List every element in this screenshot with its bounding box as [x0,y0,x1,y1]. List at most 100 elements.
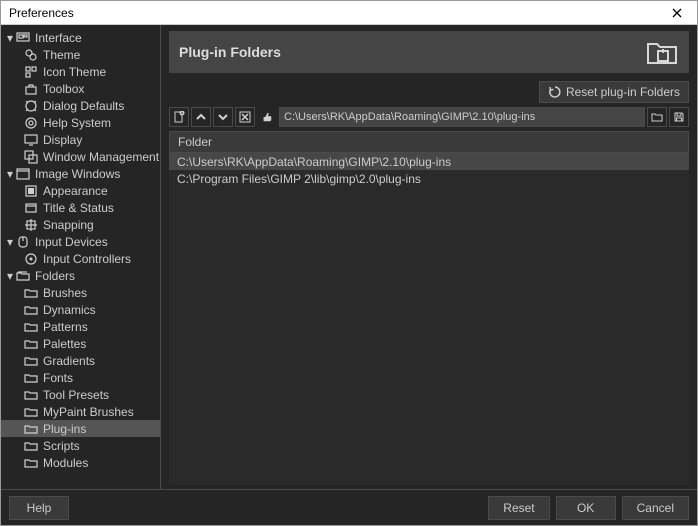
move-down-button[interactable] [213,107,233,127]
preferences-tree[interactable]: ▾ Interface ThemeIcon Theme ToolboxDialog D… [1,25,161,489]
expand-toggle-icon[interactable]: ▾ [5,32,15,44]
folder-list-body[interactable]: C:\Users\RK\AppData\Roaming\GIMP\2.10\pl… [169,153,689,485]
folder-icon [23,438,39,454]
new-folder-button[interactable]: ✦ [169,107,189,127]
tree-item-patterns[interactable]: Patterns [1,318,160,335]
theme-icon [23,47,39,63]
tree-item-help-system[interactable]: Help System [1,114,160,131]
tree-item-modules[interactable]: Modules [1,454,160,471]
tree-item-appearance[interactable]: Appearance [1,182,160,199]
panel-header: Plug-in Folders [169,31,689,73]
window-title: Preferences [9,6,665,20]
preferences-window: Preferences ▾ Interface ThemeIcon Theme Too… [0,0,698,526]
tree-item-label: Dynamics [43,303,96,317]
floppy-icon [673,111,685,123]
open-folder-icon [651,111,663,123]
expand-toggle-icon[interactable]: ▾ [5,270,15,282]
new-document-icon: ✦ [173,111,185,123]
tree-item-icon-theme[interactable]: Icon Theme [1,63,160,80]
expand-toggle-icon[interactable]: ▾ [5,236,15,248]
browse-button[interactable] [647,107,667,127]
tree-item-image-windows[interactable]: ▾ Image Windows [1,165,160,182]
tree-item-label: Patterns [43,320,88,334]
appearance-icon [23,183,39,199]
tree-item-label: Toolbox [43,82,84,96]
icon-theme-icon [23,64,39,80]
reset-plugin-folders-label: Reset plug-in Folders [566,85,680,99]
tree-item-label: Display [43,133,82,147]
close-button[interactable] [665,3,689,23]
interface-icon [15,30,31,46]
tree-item-dialog-defaults[interactable]: Dialog Defaults [1,97,160,114]
folder-path-input[interactable] [279,107,645,127]
tree-item-brushes[interactable]: Brushes [1,284,160,301]
folder-icon [23,353,39,369]
tree-item-label: Plug-ins [43,422,86,436]
expand-toggle-icon[interactable]: ▾ [5,168,15,180]
thumbs-up-icon [261,111,273,123]
tree-item-title-status[interactable]: Title & Status [1,199,160,216]
help-button[interactable]: Help [9,496,69,520]
folder-row[interactable]: C:\Users\RK\AppData\Roaming\GIMP\2.10\pl… [169,153,689,170]
folder-icon [23,302,39,318]
reset-button[interactable]: Reset [488,496,549,520]
folder-icon [23,421,39,437]
tree-item-dynamics[interactable]: Dynamics [1,301,160,318]
save-button[interactable] [669,107,689,127]
folder-row[interactable]: C:\Program Files\GIMP 2\lib\gimp\2.0\plu… [169,170,689,187]
dialog-defaults-icon [23,98,39,114]
ok-button[interactable]: OK [556,496,616,520]
input-controllers-icon [23,251,39,267]
tree-item-label: Input Controllers [43,252,131,266]
tree-item-gradients[interactable]: Gradients [1,352,160,369]
reset-row: Reset plug-in Folders [161,77,697,107]
tree-item-scripts[interactable]: Scripts [1,437,160,454]
move-up-button[interactable] [191,107,211,127]
tree-item-label: Appearance [43,184,108,198]
tree-item-window-management[interactable]: Window Management [1,148,160,165]
tree-item-plug-ins[interactable]: Plug-ins [1,420,160,437]
delete-folder-button[interactable] [235,107,255,127]
tree-item-mypaint-brushes[interactable]: MyPaint Brushes [1,403,160,420]
tree-item-label: Interface [35,31,82,45]
tree-item-label: Gradients [43,354,95,368]
help-icon [23,115,39,131]
cancel-button[interactable]: Cancel [622,496,689,520]
tree-item-interface[interactable]: ▾ Interface [1,29,160,46]
chevron-up-icon [195,111,207,123]
tree-item-label: Input Devices [35,235,108,249]
tree-item-snapping[interactable]: Snapping [1,216,160,233]
folder-icon [23,370,39,386]
folders-icon [15,268,31,284]
tree-item-toolbox[interactable]: Toolbox [1,80,160,97]
tree-item-label: Theme [43,48,80,62]
reset-icon [548,85,562,99]
tree-item-display[interactable]: Display [1,131,160,148]
folder-icon [23,404,39,420]
tree-item-tool-presets[interactable]: Tool Presets [1,386,160,403]
tree-item-fonts[interactable]: Fonts [1,369,160,386]
tree-item-label: Modules [43,456,88,470]
main-panel: Plug-in Folders Reset plug [161,25,697,489]
chevron-down-icon [217,111,229,123]
window-mgmt-icon [23,149,39,165]
folder-list-header[interactable]: Folder [169,131,689,153]
folder-icon [23,285,39,301]
folder-column-label: Folder [178,135,212,149]
folder-list: Folder C:\Users\RK\AppData\Roaming\GIMP\… [169,131,689,485]
validate-button[interactable] [257,107,277,127]
tree-item-theme[interactable]: Theme [1,46,160,63]
reset-plugin-folders-button[interactable]: Reset plug-in Folders [539,81,689,103]
title-status-icon [23,200,39,216]
tree-item-label: Image Windows [35,167,120,181]
tree-item-label: Fonts [43,371,73,385]
snapping-icon [23,217,39,233]
tree-item-label: Snapping [43,218,94,232]
tree-item-folders[interactable]: ▾Folders [1,267,160,284]
folder-icon [23,336,39,352]
tree-item-input-controllers[interactable]: Input Controllers [1,250,160,267]
tree-item-label: Tool Presets [43,388,109,402]
tree-item-input-devices[interactable]: ▾ Input Devices [1,233,160,250]
tree-item-palettes[interactable]: Palettes [1,335,160,352]
folder-icon [23,455,39,471]
